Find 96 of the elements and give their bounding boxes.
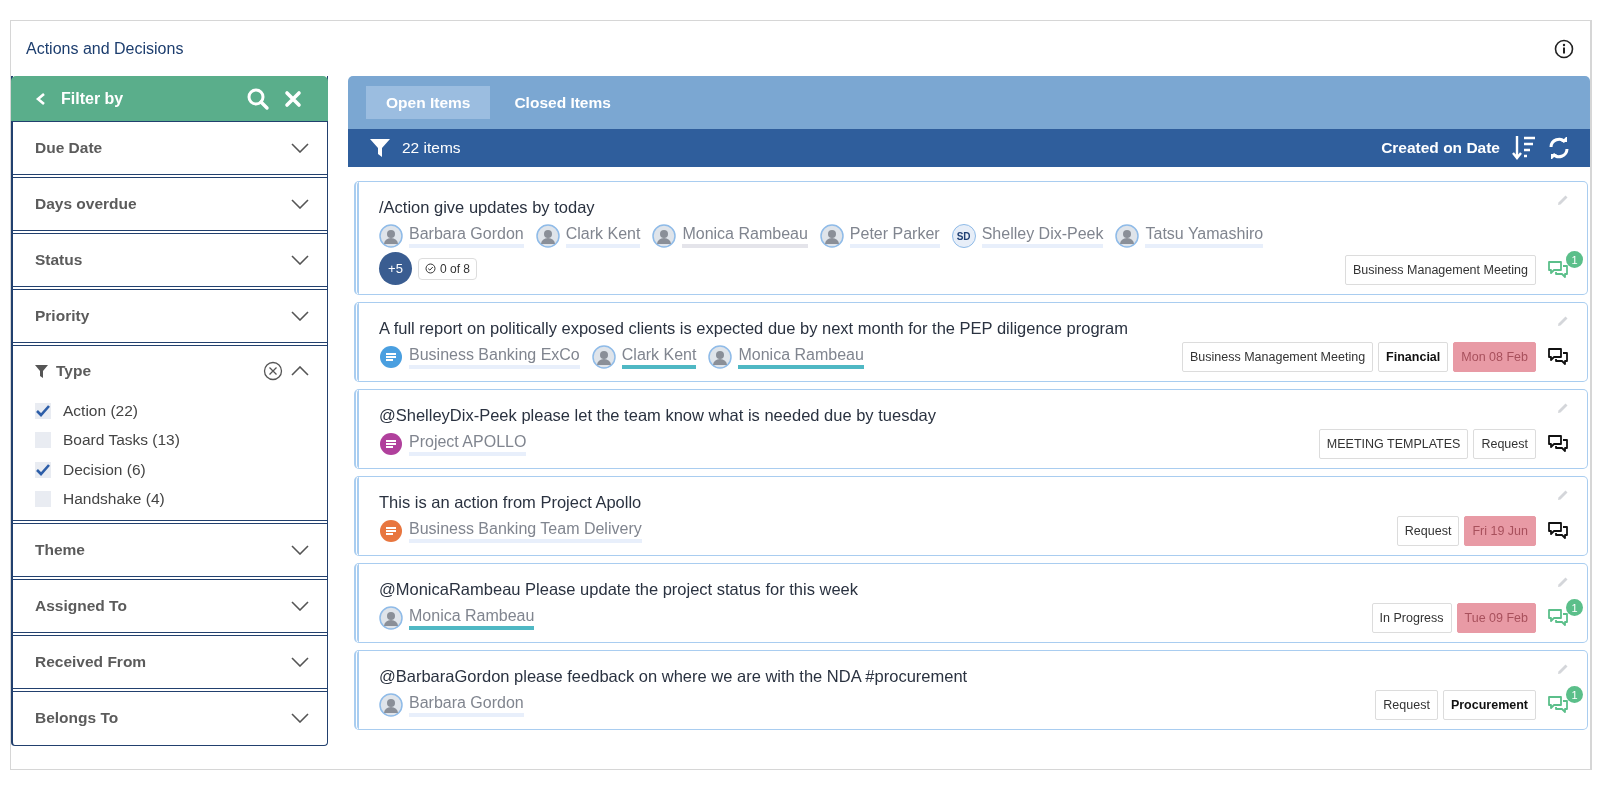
avatar-icon — [379, 693, 403, 717]
avatar-icon — [652, 224, 677, 248]
filter-section-label[interactable]: Type — [56, 362, 255, 380]
chevron-down-icon[interactable] — [291, 713, 309, 723]
item-title: @ShelleyDix-Peek please let the team know what is needed due by tuesday — [379, 405, 937, 426]
chevron-down-icon[interactable] — [291, 199, 309, 209]
search-icon[interactable] — [246, 86, 270, 111]
avatar-icon — [1115, 224, 1140, 248]
filter-section-label[interactable]: Received From — [35, 653, 283, 671]
item-card[interactable]: This is an action from Project Apollo Business Banking Team Delivery Request Fri 19 Jun — [354, 476, 1588, 556]
tag: Request — [1473, 429, 1536, 459]
avatar-icon — [379, 224, 403, 248]
filter-title: Filter by — [61, 89, 125, 108]
info-icon[interactable] — [1554, 38, 1574, 59]
checkbox-label: Handshake (4) — [63, 490, 165, 509]
due-date-tag: Mon 08 Feb — [1453, 342, 1536, 372]
checkbox-label: Board Tasks (13) — [63, 431, 180, 450]
tag: Request — [1375, 690, 1438, 720]
item-title: @BarbaraGordon please feedback on where we are with the NDA #procurement — [379, 666, 969, 687]
item-card[interactable]: /Action give updates by today Barbara Gordon Clark Kent Monica Rambeau Peter Parker SD Shelley Dix-Peek Tatsu Yamashiro +5 0 of 8 Business Management Meeting 1 — [354, 181, 1588, 295]
chevron-down-icon[interactable] — [291, 657, 309, 667]
chevron-up-icon[interactable] — [291, 366, 309, 376]
chevron-down-icon[interactable] — [291, 601, 309, 611]
person-name[interactable]: Clark Kent — [621, 345, 697, 369]
more-people-badge[interactable]: +5 — [379, 252, 412, 285]
group-avatar-icon — [379, 519, 403, 543]
filter-section-label[interactable]: Assigned To — [35, 597, 283, 615]
chevron-down-icon[interactable] — [291, 143, 309, 153]
person-name[interactable]: Peter Parker — [849, 224, 940, 248]
filter-icon[interactable] — [370, 138, 390, 158]
close-icon[interactable] — [284, 89, 302, 108]
person-name[interactable]: Tatsu Yamashiro — [1145, 224, 1264, 248]
comment-icon[interactable] — [1547, 521, 1569, 541]
item-title: A full report on politically exposed clients is expected due by next month for the PEP diligence program — [379, 318, 1130, 339]
sort-label[interactable]: Created on Date — [1381, 139, 1500, 157]
group-avatar-icon — [379, 345, 403, 369]
comment-count-badge: 1 — [1566, 686, 1583, 703]
avatar-icon — [379, 606, 403, 630]
tag: Business Management Meeting — [1344, 255, 1536, 285]
group-name[interactable]: Project APOLLO — [409, 432, 527, 456]
comment-count-badge: 1 — [1566, 599, 1583, 616]
avatar-icon — [819, 224, 844, 248]
item-card[interactable]: @MonicaRambeau Please update the project status for this week Monica Rambeau In Progress Tue 09 Feb 1 — [354, 563, 1588, 643]
avatar-icon — [708, 345, 733, 369]
due-date-tag: Tue 09 Feb — [1456, 603, 1536, 633]
item-card[interactable] — [354, 302, 1588, 382]
person-name[interactable]: Barbara Gordon — [409, 693, 524, 717]
check-circle-icon — [425, 263, 436, 274]
comment-icon[interactable] — [1547, 434, 1569, 454]
person-name[interactable]: Barbara Gordon — [409, 224, 524, 248]
person-name[interactable]: Shelley Dix-Peek — [981, 224, 1104, 248]
item-title: /Action give updates by today — [379, 197, 596, 218]
clear-icon[interactable] — [263, 361, 283, 381]
person-name[interactable]: Monica Rambeau — [738, 345, 864, 369]
comment-icon[interactable] — [1547, 347, 1569, 367]
group-name[interactable]: Business Banking Team Delivery — [409, 519, 642, 543]
item-title: This is an action from Project Apollo — [379, 492, 643, 513]
progress-text: 0 of 8 — [440, 261, 471, 276]
filter-section-label[interactable]: Priority — [35, 307, 283, 325]
person-name[interactable]: Monica Rambeau — [682, 224, 808, 248]
comment-count-badge: 1 — [1566, 251, 1583, 268]
filter-icon — [35, 364, 48, 378]
item-title: @MonicaRambeau Please update the project status for this week — [379, 579, 859, 600]
refresh-icon[interactable] — [1548, 137, 1570, 159]
group-avatar-icon — [379, 432, 403, 456]
person-name[interactable]: Clark Kent — [565, 224, 641, 248]
panel-title: Actions and Decisions — [26, 39, 185, 58]
chevron-down-icon[interactable] — [291, 255, 309, 265]
checkbox[interactable] — [35, 402, 51, 419]
tag: Business Management Meeting — [1182, 342, 1374, 372]
tag: Financial — [1378, 342, 1449, 372]
item-card[interactable]: @BarbaraGordon please feedback on where we are with the NDA #procurement Barbara Gordon Request Procurement 1 — [354, 650, 1588, 730]
item-card[interactable]: @ShelleyDix-Peek please let the team know what is needed due by tuesday Project APOLLO MEETING TEMPLATES Request — [354, 389, 1588, 469]
checkbox-label: Action (22) — [63, 401, 138, 420]
chevron-down-icon[interactable] — [291, 545, 309, 555]
checkbox[interactable] — [35, 461, 51, 478]
filter-section-label[interactable]: Status — [35, 251, 283, 269]
tag: In Progress — [1371, 603, 1452, 633]
initials-avatar: SD — [951, 224, 976, 248]
tag: Procurement — [1442, 690, 1536, 720]
filter-section-label[interactable]: Belongs To — [35, 709, 283, 727]
tag: MEETING TEMPLATES — [1318, 429, 1469, 459]
filter-section-label[interactable]: Theme — [35, 541, 283, 559]
chevron-down-icon[interactable] — [291, 311, 309, 321]
checkbox-label: Decision (6) — [63, 460, 146, 479]
avatar-icon — [591, 345, 616, 369]
back-icon[interactable] — [35, 91, 47, 106]
person-name[interactable]: Monica Rambeau — [409, 606, 535, 630]
avatar-icon — [535, 224, 560, 248]
item-count: 22 items — [402, 139, 462, 157]
filter-section-label[interactable]: Due Date — [35, 139, 283, 157]
sort-descending-icon[interactable] — [1512, 135, 1536, 161]
group-name[interactable]: Business Banking ExCo — [409, 345, 580, 369]
tag: Request — [1396, 516, 1460, 546]
filter-section-label[interactable]: Days overdue — [35, 195, 283, 213]
due-date-tag: Fri 19 Jun — [1464, 516, 1536, 546]
